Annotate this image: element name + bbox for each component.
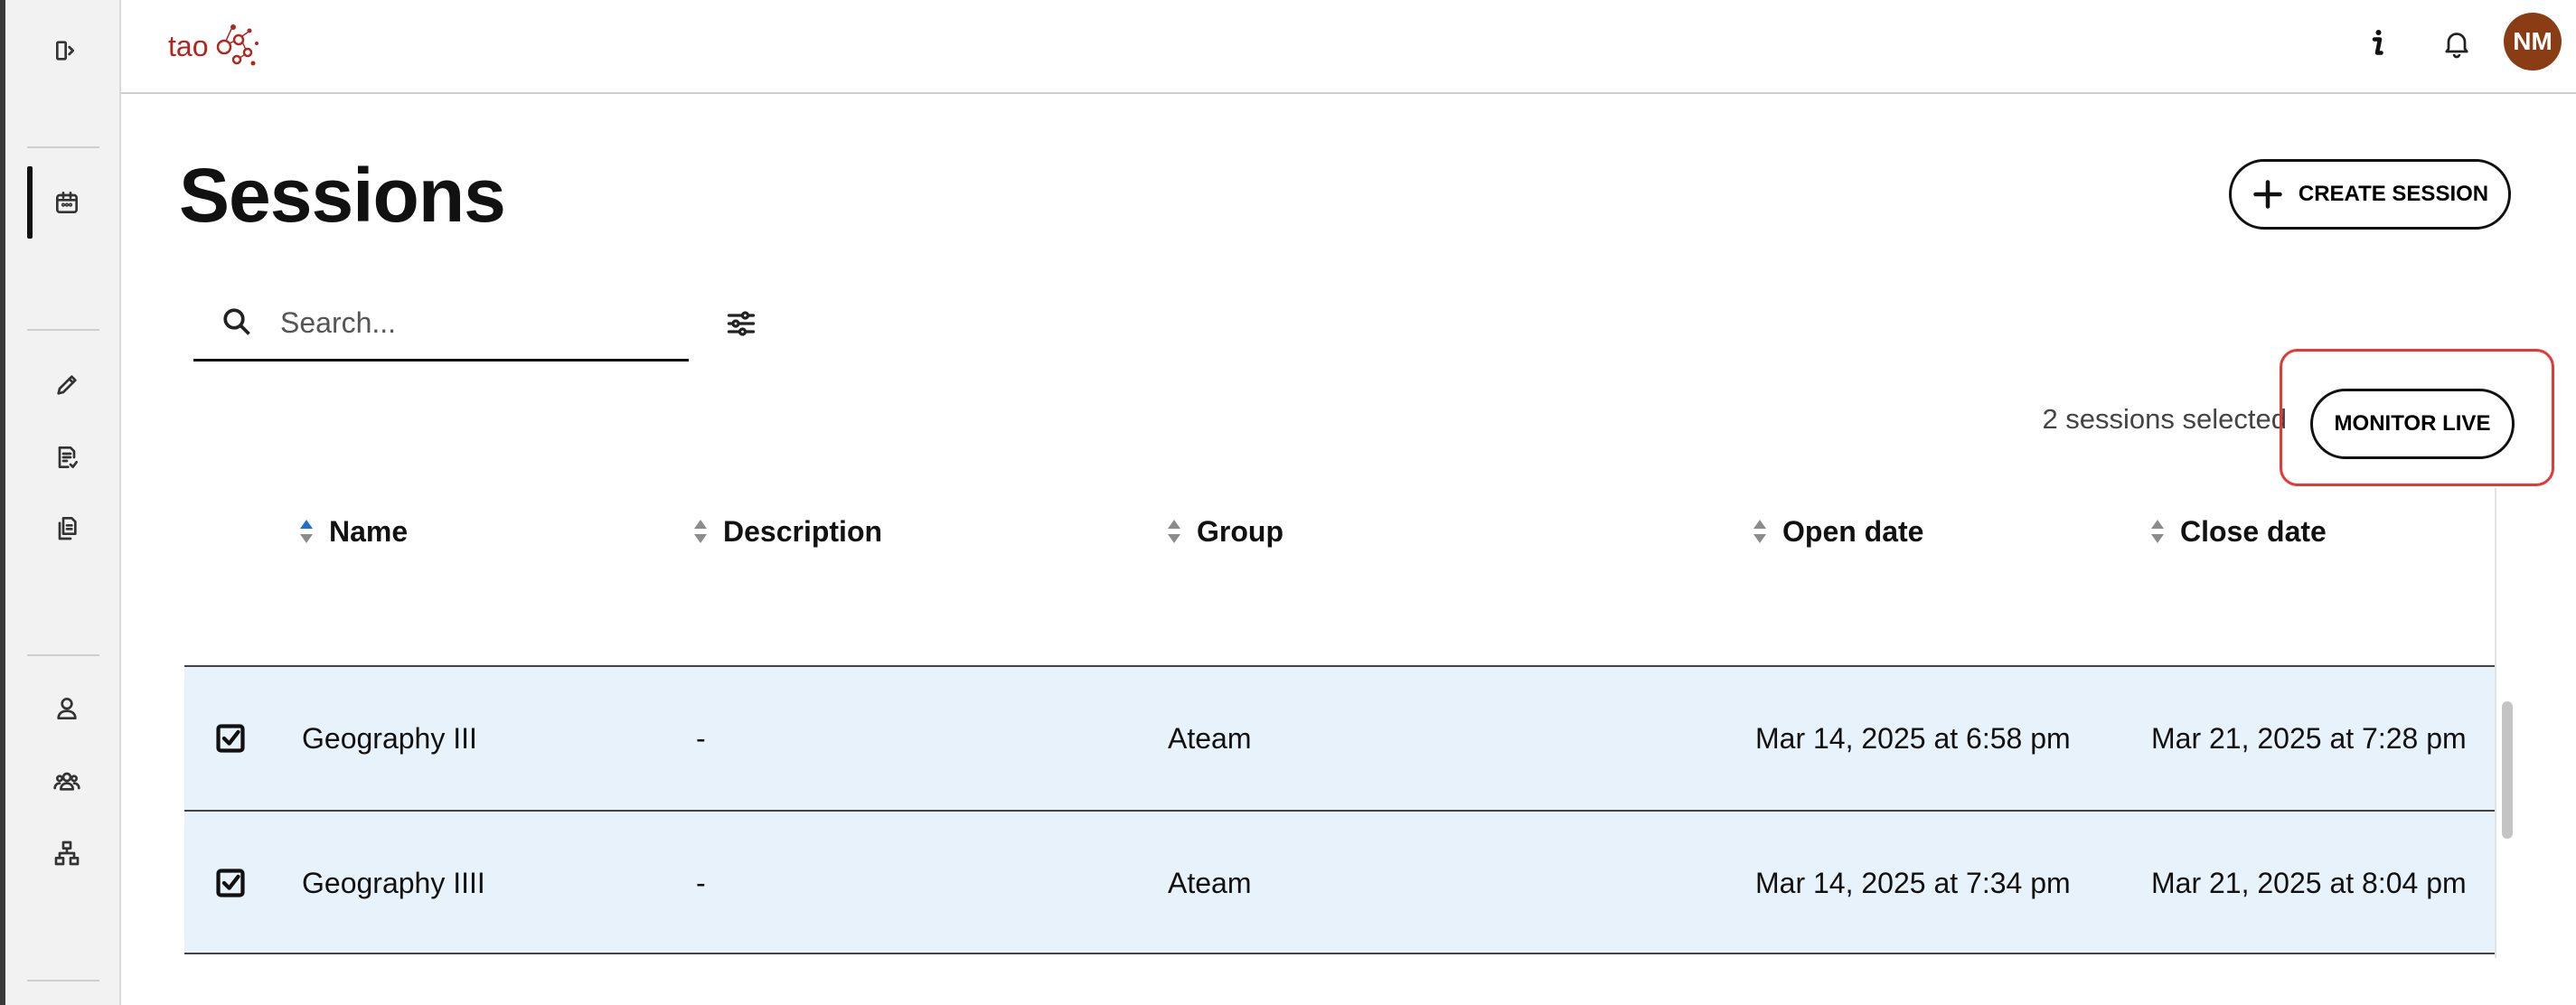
column-header-name[interactable]: Name [300, 512, 408, 551]
search-input[interactable] [278, 298, 671, 347]
user-icon[interactable] [45, 687, 89, 730]
search-bar [193, 287, 689, 362]
column-header-label: Name [329, 514, 409, 548]
sort-ascending-icon [300, 518, 313, 545]
search-icon [223, 308, 250, 335]
sidebar [5, 0, 121, 1005]
scrollbar-track [2495, 488, 2496, 958]
edit-pencil-icon[interactable] [45, 363, 89, 407]
cell-description: - [696, 721, 706, 755]
column-header-label: Description [723, 514, 883, 548]
groups-icon[interactable] [45, 759, 89, 803]
info-icon[interactable] [2352, 18, 2402, 69]
cell-group: Ateam [1168, 866, 1252, 899]
column-header-open-date[interactable]: Open date [1753, 512, 1923, 551]
top-bar: tao NM [121, 0, 2576, 94]
avatar[interactable]: NM [2504, 13, 2562, 70]
tao-logo[interactable]: tao [166, 16, 266, 70]
cell-open-date: Mar 14, 2025 at 6:58 pm [1755, 721, 2071, 755]
sort-icon [694, 518, 707, 545]
sidebar-divider [27, 329, 99, 331]
page-title: Sessions [179, 153, 506, 238]
cell-description: - [696, 866, 706, 899]
filter-sliders-icon[interactable] [719, 302, 763, 345]
row-checkbox[interactable] [215, 868, 246, 898]
plus-icon [2253, 180, 2282, 209]
sidebar-divider [27, 146, 99, 148]
table-row[interactable]: Geography III - Ateam Mar 14, 2025 at 6:… [184, 665, 2495, 810]
table-row[interactable]: Geography IIII - Ateam Mar 14, 2025 at 7… [184, 810, 2495, 954]
cell-open-date: Mar 14, 2025 at 7:34 pm [1755, 866, 2071, 899]
sessions-calendar-icon[interactable] [45, 181, 89, 224]
selection-count: 2 sessions selected [2042, 403, 2287, 435]
active-indicator [27, 166, 33, 239]
column-header-description[interactable]: Description [694, 512, 882, 551]
cell-group: Ateam [1168, 721, 1252, 755]
monitor-live-button[interactable]: MONITOR LIVE [2310, 389, 2515, 459]
row-checkbox[interactable] [215, 723, 246, 754]
checked-checkbox-icon [216, 724, 245, 753]
bell-icon[interactable] [2431, 18, 2482, 69]
cell-name: Geography III [302, 721, 477, 755]
create-session-label: CREATE SESSION [2298, 182, 2489, 206]
scrollbar-thumb[interactable] [2502, 701, 2513, 839]
cell-close-date: Mar 21, 2025 at 8:04 pm [2151, 866, 2467, 899]
tests-checklist-icon[interactable] [45, 436, 89, 479]
create-session-button[interactable]: CREATE SESSION [2229, 159, 2511, 230]
column-header-close-date[interactable]: Close date [2151, 512, 2327, 551]
cell-close-date: Mar 21, 2025 at 7:28 pm [2151, 721, 2467, 755]
column-header-group[interactable]: Group [1168, 512, 1283, 551]
svg-text:tao: tao [168, 30, 208, 62]
sort-icon [1168, 518, 1180, 545]
column-header-label: Open date [1782, 514, 1924, 548]
collapse-sidebar-icon[interactable] [45, 29, 89, 72]
sidebar-divider [27, 654, 99, 656]
hierarchy-icon[interactable] [45, 831, 89, 875]
sidebar-divider [27, 980, 99, 982]
sort-icon [2151, 518, 2164, 545]
checked-checkbox-icon [216, 869, 245, 897]
column-header-label: Group [1197, 514, 1283, 548]
sort-icon [1753, 518, 1766, 545]
results-documents-icon[interactable] [45, 506, 89, 549]
column-header-label: Close date [2180, 514, 2327, 548]
cell-name: Geography IIII [302, 866, 485, 899]
